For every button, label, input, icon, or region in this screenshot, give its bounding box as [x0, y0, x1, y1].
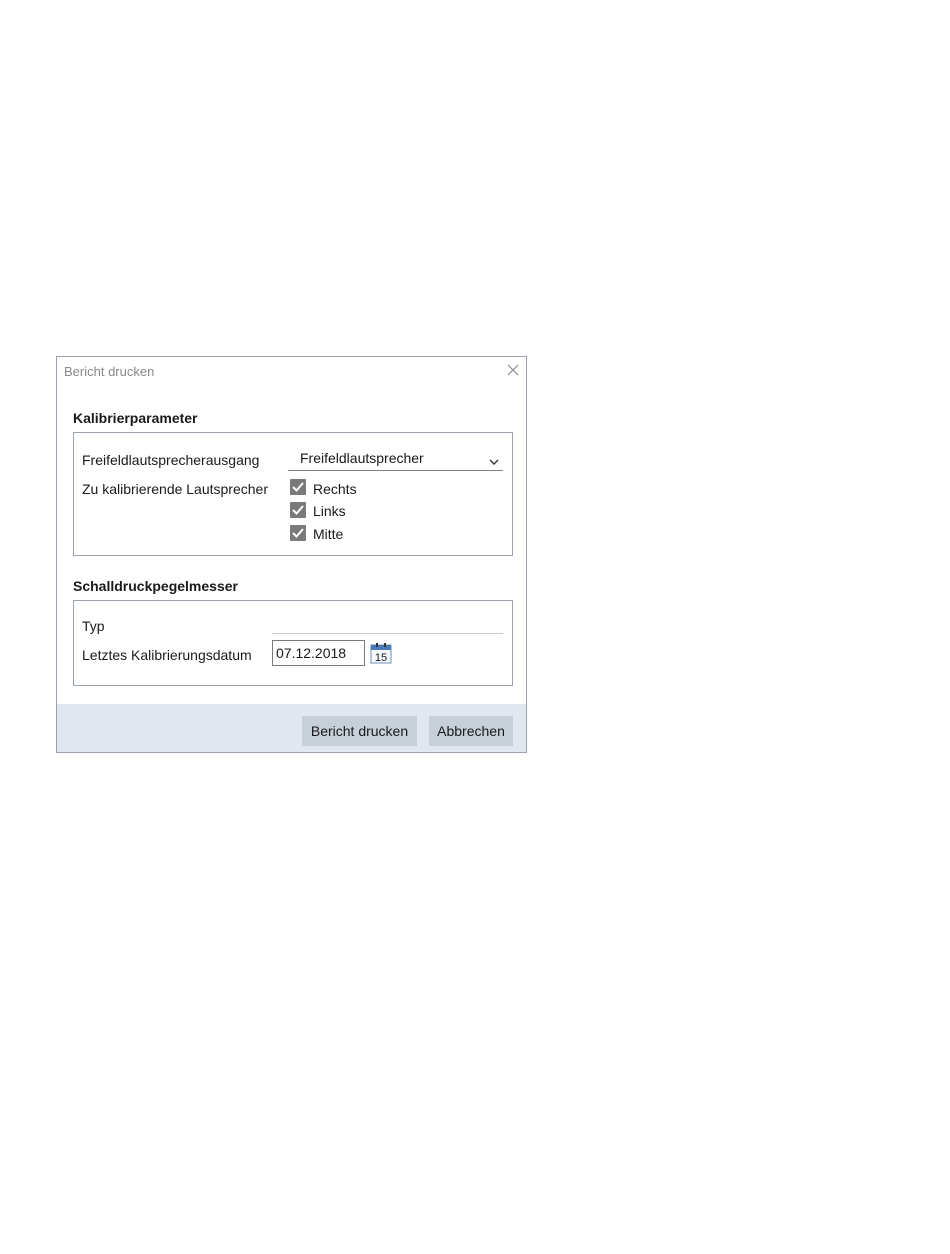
checkbox-label-rechts: Rechts	[313, 481, 357, 497]
dialog-title: Bericht drucken	[64, 364, 155, 379]
type-field[interactable]	[272, 633, 503, 634]
print-report-button[interactable]: Bericht drucken	[302, 716, 417, 746]
date-label: Letztes Kalibrierungsdatum	[82, 647, 252, 663]
checkbox-rechts[interactable]	[290, 479, 306, 495]
checkbox-label-mitte: Mitte	[313, 526, 344, 542]
checkbox-mitte[interactable]	[290, 525, 306, 541]
output-select[interactable]: Freifeldlautsprecher	[288, 445, 503, 471]
checkbox-label-links: Links	[313, 503, 346, 519]
speakers-label: Zu kalibrierende Lautsprecher	[82, 481, 268, 497]
output-select-value: Freifeldlautsprecher	[300, 450, 424, 466]
type-label: Typ	[82, 618, 105, 634]
dialog-footer: Bericht drucken Abbrechen	[57, 704, 526, 752]
title-bar: Bericht drucken	[57, 357, 526, 385]
calibration-date-input[interactable]: 07.12.2018	[272, 640, 365, 666]
meter-section-title: Schalldruckpegelmesser	[73, 578, 238, 594]
svg-text:15: 15	[375, 652, 387, 664]
close-icon[interactable]	[506, 363, 520, 377]
output-label: Freifeldlautsprecherausgang	[82, 452, 260, 468]
chevron-down-icon	[489, 453, 499, 471]
print-report-dialog: Bericht drucken Kalibrierparameter Freif…	[56, 356, 527, 753]
cancel-button[interactable]: Abbrechen	[429, 716, 513, 746]
calibration-section-title: Kalibrierparameter	[73, 410, 198, 426]
calendar-icon[interactable]: 15	[370, 642, 392, 664]
checkbox-links[interactable]	[290, 502, 306, 518]
